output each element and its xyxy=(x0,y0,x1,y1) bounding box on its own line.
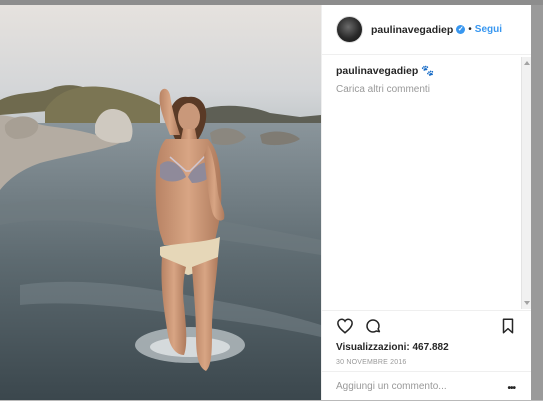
bookmark-icon[interactable] xyxy=(499,317,517,335)
comments-scrollbar[interactable] xyxy=(521,57,531,309)
scroll-down-arrow-icon[interactable] xyxy=(524,301,530,305)
avatar[interactable] xyxy=(336,16,363,43)
ellipsis-icon[interactable]: ••• xyxy=(507,384,515,394)
caption-username[interactable]: paulinavegadiep xyxy=(336,65,418,77)
comment-bubble-icon[interactable] xyxy=(364,317,382,335)
caption-text: 🐾 xyxy=(421,65,435,77)
caption: paulinavegadiep 🐾 xyxy=(336,64,516,77)
post-header: paulinavegadiep ✓ • Segui xyxy=(322,5,531,55)
load-more-comments-link[interactable]: Carica altri commenti xyxy=(336,84,516,95)
header-username[interactable]: paulinavegadiep xyxy=(371,24,453,36)
heart-icon[interactable] xyxy=(336,317,354,335)
comment-input[interactable] xyxy=(336,381,496,392)
views-count: Visualizzazioni: 467.882 xyxy=(336,342,449,353)
post-modal: paulinavegadiep ✓ • Segui paulinavegadie… xyxy=(0,5,531,400)
beach-photo xyxy=(0,5,321,400)
post-sidebar: paulinavegadiep ✓ • Segui paulinavegadie… xyxy=(321,5,531,400)
post-date[interactable]: 30 NOVEMBRE 2016 xyxy=(322,359,531,366)
verified-badge-icon: ✓ xyxy=(456,25,466,34)
header-separator: • xyxy=(468,24,472,35)
post-image[interactable] xyxy=(0,5,321,400)
actions-area: Visualizzazioni: 467.882 30 NOVEMBRE 201… xyxy=(322,310,531,366)
comments-list: paulinavegadiep 🐾 Carica altri commenti xyxy=(336,64,516,95)
backdrop-right xyxy=(531,5,543,400)
comment-box: ••• xyxy=(322,371,531,401)
scroll-up-arrow-icon[interactable] xyxy=(524,61,530,65)
follow-button[interactable]: Segui xyxy=(475,24,502,35)
action-bar xyxy=(322,311,531,341)
